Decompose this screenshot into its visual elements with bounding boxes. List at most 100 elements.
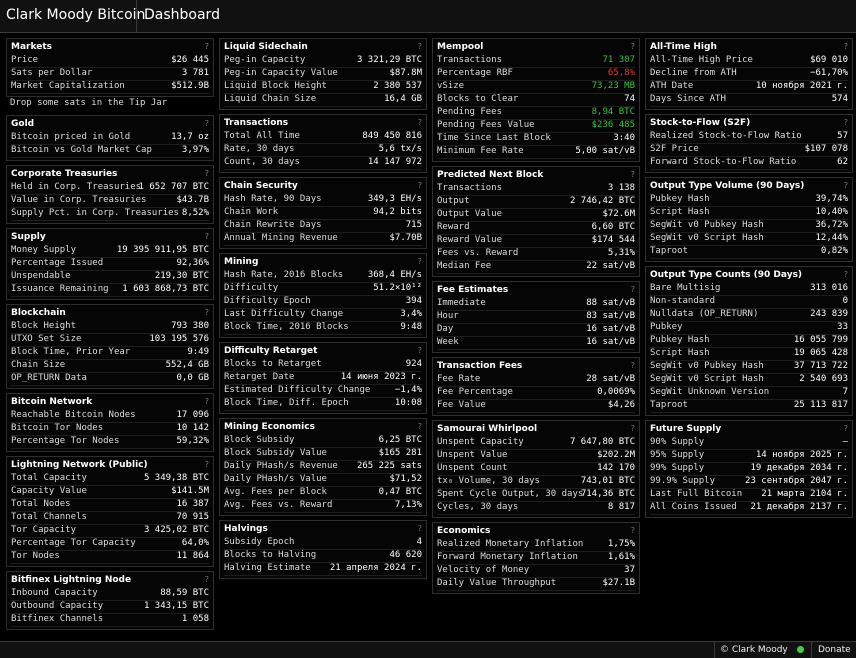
stat-row[interactable]: Realized Stock-to-Flow Ratio 57 bbox=[650, 130, 848, 144]
help-icon[interactable]: ? bbox=[418, 525, 422, 533]
stat-row[interactable]: All Coins Issued 21 декабря 2137 г. bbox=[650, 501, 848, 515]
stat-row[interactable]: Difficulty 51.2×10¹² bbox=[224, 282, 422, 296]
stat-row[interactable]: Block Subsidy Value $165 281 bbox=[224, 447, 422, 461]
stat-row[interactable]: Blocks to Clear 74 bbox=[437, 93, 635, 107]
stat-row[interactable]: Value in Corp. Treasuries $43.7B bbox=[11, 194, 209, 208]
stat-row[interactable]: Median Fee 22 sat/vB bbox=[437, 260, 635, 274]
stat-row[interactable]: Block Subsidy 6,25 BTC bbox=[224, 434, 422, 448]
stat-row[interactable]: Time Since Last Block 3:40 bbox=[437, 132, 635, 146]
help-icon[interactable]: ? bbox=[418, 347, 422, 355]
stat-row[interactable]: Total Nodes 16 387 bbox=[11, 498, 209, 512]
help-icon[interactable]: ? bbox=[631, 527, 635, 535]
stat-row[interactable]: Peg-in Capacity Value $87.8M bbox=[224, 67, 422, 81]
stat-row[interactable]: Transactions 71 307 bbox=[437, 54, 635, 68]
stat-row[interactable]: Daily Value Throughput $27.1B bbox=[437, 577, 635, 591]
help-icon[interactable]: ? bbox=[205, 43, 209, 51]
stat-row[interactable]: UTXO Set Size 103 195 576 bbox=[11, 333, 209, 347]
stat-row[interactable]: Non-standard 0 bbox=[650, 295, 848, 309]
help-icon[interactable]: ? bbox=[844, 271, 848, 279]
stat-row[interactable]: Forward Monetary Inflation 1,61% bbox=[437, 551, 635, 565]
stat-row[interactable]: SegWit v0 Script Hash 12,44% bbox=[650, 232, 848, 246]
stat-row[interactable]: Days Since ATH 574 bbox=[650, 93, 848, 107]
stat-row[interactable]: Sats per Dollar 3 781 bbox=[11, 67, 209, 81]
stat-row[interactable]: Pubkey Hash 16 055 799 bbox=[650, 334, 848, 348]
stat-row[interactable]: Bitcoin priced in Gold 13,7 oz bbox=[11, 131, 209, 145]
stat-row[interactable]: Pending Fees Value $236 485 bbox=[437, 119, 635, 133]
help-icon[interactable]: ? bbox=[205, 120, 209, 128]
help-icon[interactable]: ? bbox=[631, 286, 635, 294]
help-icon[interactable]: ? bbox=[631, 43, 635, 51]
help-icon[interactable]: ? bbox=[205, 576, 209, 584]
stat-row[interactable]: Percentage RBF 65,8% bbox=[437, 67, 635, 81]
stat-row[interactable]: Daily PHash/s Value $71,52 bbox=[224, 473, 422, 487]
stat-row[interactable]: SegWit v0 Pubkey Hash 36,72% bbox=[650, 219, 848, 233]
stat-row[interactable]: Forward Stock-to-Flow Ratio 62 bbox=[650, 156, 848, 170]
stat-row[interactable]: Taproot 25 113 817 bbox=[650, 399, 848, 413]
stat-row[interactable]: Fees vs. Reward 5,31% bbox=[437, 247, 635, 261]
stat-row[interactable]: 99.9% Supply 23 сентября 2047 г. bbox=[650, 475, 848, 489]
stat-row[interactable]: Outbound Capacity 1 343,15 BTC bbox=[11, 600, 209, 614]
stat-row[interactable]: 95% Supply 14 ноября 2025 г. bbox=[650, 449, 848, 463]
stat-row[interactable]: Avg. Fees per Block 0,47 BTC bbox=[224, 486, 422, 500]
stat-row[interactable]: Blocks to Retarget 924 bbox=[224, 358, 422, 372]
stat-row[interactable]: Output 2 746,42 BTC bbox=[437, 195, 635, 209]
help-icon[interactable]: ? bbox=[205, 170, 209, 178]
stat-row[interactable]: Bitfinex Channels 1 058 bbox=[11, 613, 209, 627]
stat-row[interactable]: Liquid Chain Size 16,4 GB bbox=[224, 93, 422, 107]
stat-row[interactable]: SegWit v0 Script Hash 2 540 693 bbox=[650, 373, 848, 387]
stat-row[interactable]: vSize 73,23 MB bbox=[437, 80, 635, 94]
help-icon[interactable]: ? bbox=[205, 233, 209, 241]
stat-row[interactable]: Spent Cycle Output, 30 days 714,36 BTC bbox=[437, 488, 635, 502]
stat-row[interactable]: OP_RETURN Data 0,0 GB bbox=[11, 372, 209, 386]
stat-row[interactable]: Price $26 445 bbox=[11, 54, 209, 68]
stat-row[interactable]: Unspent Capacity 7 647,80 BTC bbox=[437, 436, 635, 450]
stat-row[interactable]: Held in Corp. Treasuries 1 652 707 BTC bbox=[11, 181, 209, 195]
stat-row[interactable]: SegWit v0 Pubkey Hash 37 713 722 bbox=[650, 360, 848, 374]
stat-row[interactable]: Nulldata (OP_RETURN) 243 839 bbox=[650, 308, 848, 322]
stat-row[interactable]: 90% Supply — bbox=[650, 436, 848, 450]
brand-title[interactable]: Clark Moody Bitcoin bbox=[6, 8, 145, 22]
stat-row[interactable]: Percentage Issued 92,36% bbox=[11, 257, 209, 271]
stat-row[interactable]: Output Value $72.6M bbox=[437, 208, 635, 222]
help-icon[interactable]: ? bbox=[631, 362, 635, 370]
credit-link[interactable]: © Clark Moody bbox=[720, 646, 788, 655]
help-icon[interactable]: ? bbox=[631, 171, 635, 179]
stat-row[interactable]: Rate, 30 days 5,6 tx/s bbox=[224, 143, 422, 157]
stat-row[interactable]: Velocity of Money 37 bbox=[437, 564, 635, 578]
stat-row[interactable]: Total All Time 849 450 816 bbox=[224, 130, 422, 144]
stat-row[interactable]: Chain Work 94,2 bits bbox=[224, 206, 422, 220]
stat-row[interactable]: Block Time, Prior Year 9:49 bbox=[11, 346, 209, 360]
stat-row[interactable]: Taproot 0,82% bbox=[650, 245, 848, 259]
stat-row[interactable]: Total Capacity 5 349,38 BTC bbox=[11, 472, 209, 486]
help-icon[interactable]: ? bbox=[418, 182, 422, 190]
stat-row[interactable]: Estimated Difficulty Change −1,4% bbox=[224, 384, 422, 398]
help-icon[interactable]: ? bbox=[418, 258, 422, 266]
stat-row[interactable]: Realized Monetary Inflation 1,75% bbox=[437, 538, 635, 552]
stat-row[interactable]: Pubkey Hash 39,74% bbox=[650, 193, 848, 207]
stat-row[interactable]: Fee Rate 28 sat/vB bbox=[437, 373, 635, 387]
stat-row[interactable]: Transactions 3 138 bbox=[437, 182, 635, 196]
help-icon[interactable]: ? bbox=[418, 423, 422, 431]
stat-row[interactable]: Daily PHash/s Revenue 265 225 sats bbox=[224, 460, 422, 474]
stat-row[interactable]: Blocks to Halving 46 620 bbox=[224, 549, 422, 563]
help-icon[interactable]: ? bbox=[844, 43, 848, 51]
stat-row[interactable]: Unspent Value $202.2M bbox=[437, 449, 635, 463]
stat-row[interactable]: Fee Percentage 0,0069% bbox=[437, 386, 635, 400]
help-icon[interactable]: ? bbox=[205, 461, 209, 469]
help-icon[interactable]: ? bbox=[631, 425, 635, 433]
stat-row[interactable]: Difficulty Epoch 394 bbox=[224, 295, 422, 309]
stat-row[interactable]: Percentage Tor Capacity 64,0% bbox=[11, 537, 209, 551]
help-icon[interactable]: ? bbox=[205, 309, 209, 317]
stat-row[interactable]: Hash Rate, 90 Days 349,3 EH/s bbox=[224, 193, 422, 207]
stat-row[interactable]: Avg. Fees vs. Reward 7,13% bbox=[224, 499, 422, 513]
stat-row[interactable]: Unspendable 219,30 BTC bbox=[11, 270, 209, 284]
help-icon[interactable]: ? bbox=[844, 119, 848, 127]
stat-row[interactable]: Retarget Date 14 июня 2023 г. bbox=[224, 371, 422, 385]
stat-row[interactable]: Tor Capacity 3 425,02 BTC bbox=[11, 524, 209, 538]
stat-row[interactable]: Script Hash 19 065 428 bbox=[650, 347, 848, 361]
stat-row[interactable]: Liquid Block Height 2 380 537 bbox=[224, 80, 422, 94]
page-title[interactable]: Dashboard bbox=[144, 8, 220, 22]
stat-row[interactable]: Last Difficulty Change 3,4% bbox=[224, 308, 422, 322]
stat-row[interactable]: All-Time High Price $69 010 bbox=[650, 54, 848, 68]
stat-row[interactable]: Script Hash 10,40% bbox=[650, 206, 848, 220]
